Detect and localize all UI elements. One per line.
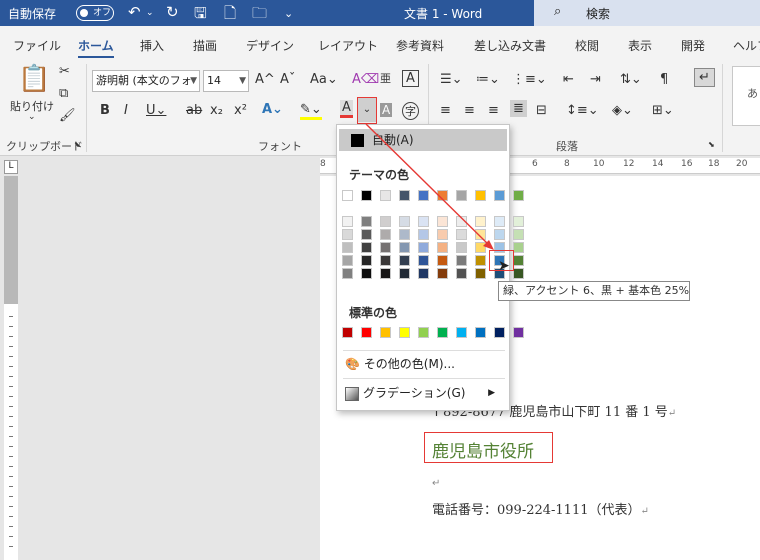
- arrow-line: [365, 123, 491, 247]
- annotation-arrow: [365, 123, 494, 250]
- color-tooltip: 緑、アクセント 6、黒 + 基本色 25%: [498, 281, 690, 301]
